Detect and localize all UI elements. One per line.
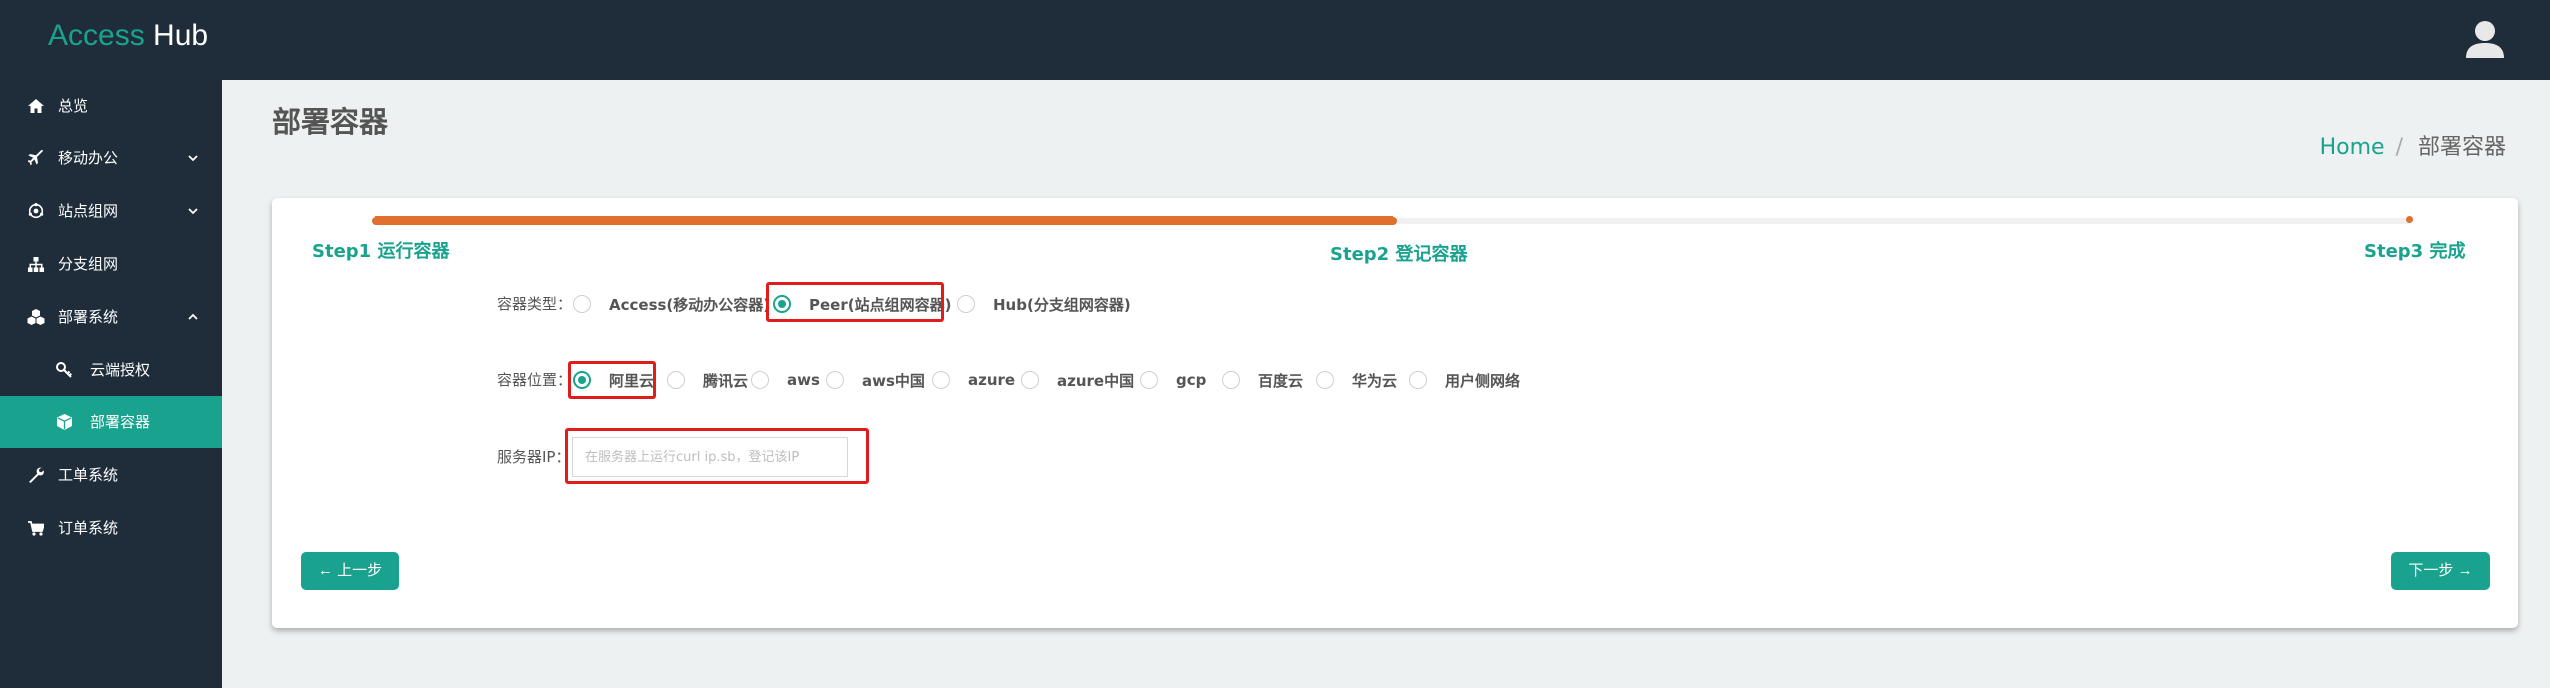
- radio-label: 百度云: [1258, 371, 1304, 390]
- radio-circle[interactable]: [573, 295, 591, 313]
- container-location-label: 容器位置：: [497, 371, 573, 389]
- step1-label: Step1 运行容器: [312, 241, 450, 262]
- radio-label: Access(移动办公容器): [609, 295, 771, 314]
- radio-aws-china[interactable]: aws中国: [826, 368, 925, 392]
- radio-label: 腾讯云: [703, 371, 749, 390]
- radio-label: Hub(分支组网容器): [993, 295, 1131, 314]
- top-navbar: Access Hub: [0, 0, 2550, 80]
- key-icon: [54, 360, 74, 380]
- radio-label: azure中国: [1057, 371, 1135, 390]
- breadcrumb-home-link[interactable]: Home: [2320, 135, 2385, 160]
- sidebar-item-order-system[interactable]: 订单系统: [0, 502, 222, 554]
- sidebar-item-branch-network[interactable]: 分支组网: [0, 238, 222, 290]
- radio-circle[interactable]: [1222, 371, 1240, 389]
- radio-label: 华为云: [1352, 371, 1398, 390]
- server-ip-label: 服务器IP：: [497, 448, 571, 466]
- radio-label: azure: [968, 371, 1016, 389]
- breadcrumb-separator: /: [2395, 135, 2403, 160]
- sidebar-item-mobile-office[interactable]: 移动办公: [0, 132, 222, 184]
- cube-icon: [54, 412, 74, 432]
- cubes-icon: [26, 307, 46, 327]
- sidebar-item-label: 订单系统: [58, 519, 119, 537]
- radio-circle[interactable]: [957, 295, 975, 313]
- breadcrumb-current: 部署容器: [2417, 135, 2506, 160]
- home-icon: [26, 96, 46, 116]
- highlight-box-server-ip: [565, 428, 869, 484]
- radio-label: 用户侧网络: [1445, 371, 1521, 390]
- progress-bar-remaining: [1393, 218, 2410, 224]
- brand-hub-text: Hub: [153, 19, 209, 52]
- plane-icon: [26, 148, 46, 168]
- page-title: 部署容器: [272, 105, 389, 139]
- wrench-icon: [26, 465, 46, 485]
- sidebar: 总览 移动办公 站点组网 分支组网 部署系统 云端授权 部署容器 工单系统 订单…: [0, 80, 222, 688]
- radio-hub-container[interactable]: Hub(分支组网容器): [957, 292, 1131, 316]
- chevron-down-icon: [188, 155, 198, 162]
- step3-label: Step3 完成: [2364, 241, 2466, 262]
- radio-label: gcp: [1176, 371, 1207, 389]
- radio-circle[interactable]: [1140, 371, 1158, 389]
- radio-circle[interactable]: [751, 371, 769, 389]
- sidebar-item-label: 部署容器: [90, 413, 151, 431]
- sidebar-item-deploy-container[interactable]: 部署容器: [0, 396, 222, 448]
- radio-circle[interactable]: [1021, 371, 1039, 389]
- prev-step-button[interactable]: ← 上一步: [301, 552, 399, 590]
- sidebar-item-label: 工单系统: [58, 466, 119, 484]
- radio-baidu-cloud[interactable]: 百度云: [1222, 368, 1303, 392]
- radio-azure-china[interactable]: azure中国: [1021, 368, 1134, 392]
- radio-huawei-cloud[interactable]: 华为云: [1316, 368, 1397, 392]
- step2-dot: [1389, 217, 1397, 225]
- step2-label: Step2 登记容器: [1330, 244, 1468, 265]
- radio-circle[interactable]: [1316, 371, 1334, 389]
- sidebar-item-deploy-system[interactable]: 部署系统: [0, 291, 222, 343]
- radio-user-network[interactable]: 用户侧网络: [1409, 368, 1520, 392]
- radio-tencent-cloud[interactable]: 腾讯云: [667, 368, 748, 392]
- progress-bar-completed: [375, 216, 1393, 225]
- sidebar-item-overview[interactable]: 总览: [0, 80, 222, 132]
- sidebar-item-ticket-system[interactable]: 工单系统: [0, 449, 222, 501]
- radio-circle[interactable]: [826, 371, 844, 389]
- sidebar-item-label: 站点组网: [58, 202, 119, 220]
- network-icon: [26, 201, 46, 221]
- step3-dot: [2406, 216, 2413, 223]
- next-step-button[interactable]: 下一步 →: [2391, 552, 2490, 590]
- cart-icon: [26, 518, 46, 538]
- highlight-box-aliyun: [568, 361, 656, 399]
- radio-circle[interactable]: [1409, 371, 1427, 389]
- sidebar-item-site-network[interactable]: 站点组网: [0, 185, 222, 237]
- breadcrumb: Home / 部署容器: [2320, 130, 2506, 166]
- radio-label: aws中国: [862, 371, 925, 390]
- container-type-label: 容器类型：: [497, 295, 573, 313]
- chevron-up-icon: [188, 313, 198, 320]
- brand-logo[interactable]: Access Hub: [48, 16, 208, 56]
- user-avatar-icon[interactable]: [2463, 18, 2507, 62]
- radio-access-container[interactable]: Access(移动办公容器): [573, 292, 770, 316]
- sidebar-item-label: 移动办公: [58, 149, 119, 167]
- chevron-down-icon: [188, 208, 198, 215]
- sidebar-item-label: 分支组网: [58, 255, 119, 273]
- sidebar-item-label: 部署系统: [58, 308, 119, 326]
- sidebar-item-label: 云端授权: [90, 361, 151, 379]
- highlight-box-peer: [766, 282, 944, 322]
- radio-circle[interactable]: [932, 371, 950, 389]
- radio-label: aws: [787, 371, 820, 389]
- step1-dot: [372, 217, 380, 225]
- sidebar-item-label: 总览: [58, 97, 89, 115]
- radio-azure[interactable]: azure: [932, 368, 1015, 392]
- radio-circle[interactable]: [667, 371, 685, 389]
- radio-aws[interactable]: aws: [751, 368, 820, 392]
- brand-access-text: Access: [48, 19, 145, 52]
- radio-gcp[interactable]: gcp: [1140, 368, 1206, 392]
- sitemap-icon: [26, 254, 46, 274]
- sidebar-item-cloud-auth[interactable]: 云端授权: [0, 344, 222, 396]
